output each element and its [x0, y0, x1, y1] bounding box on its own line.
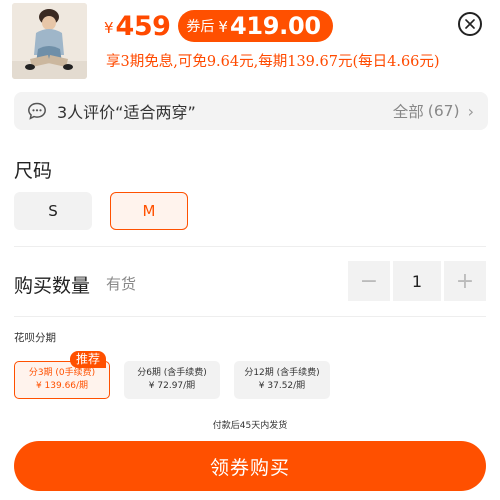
installment-option-terms: 分12期 (含手续费) — [244, 368, 320, 378]
product-thumbnail[interactable] — [12, 3, 87, 79]
installment-option-amount: ¥ 37.52/期 — [258, 381, 306, 391]
coupon-price-badge: 券后 ¥ 419.00 — [178, 10, 333, 42]
divider — [14, 246, 486, 247]
installment-option-terms: 分3期 (0手续费) — [28, 368, 96, 378]
huabei-section-title: 花呗分期 — [14, 332, 56, 344]
quantity-section-title: 购买数量 — [14, 275, 91, 297]
quantity-decrement-button[interactable]: − — [348, 261, 390, 301]
quantity-value[interactable]: 1 — [393, 261, 441, 301]
size-section-title: 尺码 — [14, 160, 53, 182]
close-icon — [465, 19, 475, 29]
divider — [14, 316, 486, 317]
quantity-stepper: − 1 + — [348, 261, 486, 301]
installment-info: 享3期免息,可免9.64元,每期139.67元(每日4.66元) — [106, 54, 440, 70]
recommend-badge: 推荐 — [70, 351, 107, 368]
review-count: (67) — [427, 102, 460, 120]
product-photo — [12, 3, 87, 79]
size-option-s[interactable]: S — [14, 192, 92, 230]
installment-option-amount: ¥ 72.97/期 — [148, 381, 196, 391]
review-summary-bar[interactable]: 3人评价“适合两穿” 全部 (67) › — [14, 92, 488, 130]
installment-option-amount: ¥ 139.66/期 — [35, 381, 89, 391]
installment-option-6[interactable]: 分6期 (含手续费) ¥ 72.97/期 — [124, 361, 220, 399]
price: 459 — [115, 10, 171, 42]
buy-with-coupon-button[interactable]: 领券购买 — [14, 441, 486, 491]
close-button[interactable] — [458, 12, 482, 36]
coupon-label: 券后 — [186, 19, 215, 35]
stock-status: 有货 — [106, 275, 137, 293]
installment-option-terms: 分6期 (含手续费) — [137, 368, 207, 378]
size-option-m[interactable]: M — [110, 192, 188, 230]
installment-option-12[interactable]: 分12期 (含手续费) ¥ 37.52/期 — [234, 361, 330, 399]
coupon-price: 419.00 — [229, 12, 321, 40]
quantity-increment-button[interactable]: + — [444, 261, 486, 301]
coupon-currency: ¥ — [218, 18, 228, 36]
price-row: ¥ 459 券后 ¥ 419.00 — [104, 10, 333, 42]
review-all-label: 全部 — [392, 103, 424, 121]
chevron-right-icon: › — [467, 101, 474, 121]
chat-bubble-icon — [28, 102, 46, 120]
currency-symbol: ¥ — [104, 19, 114, 37]
shipping-note: 付款后45天内发货 — [212, 421, 288, 431]
review-highlight-text: 3人评价“适合两穿” — [57, 103, 196, 122]
